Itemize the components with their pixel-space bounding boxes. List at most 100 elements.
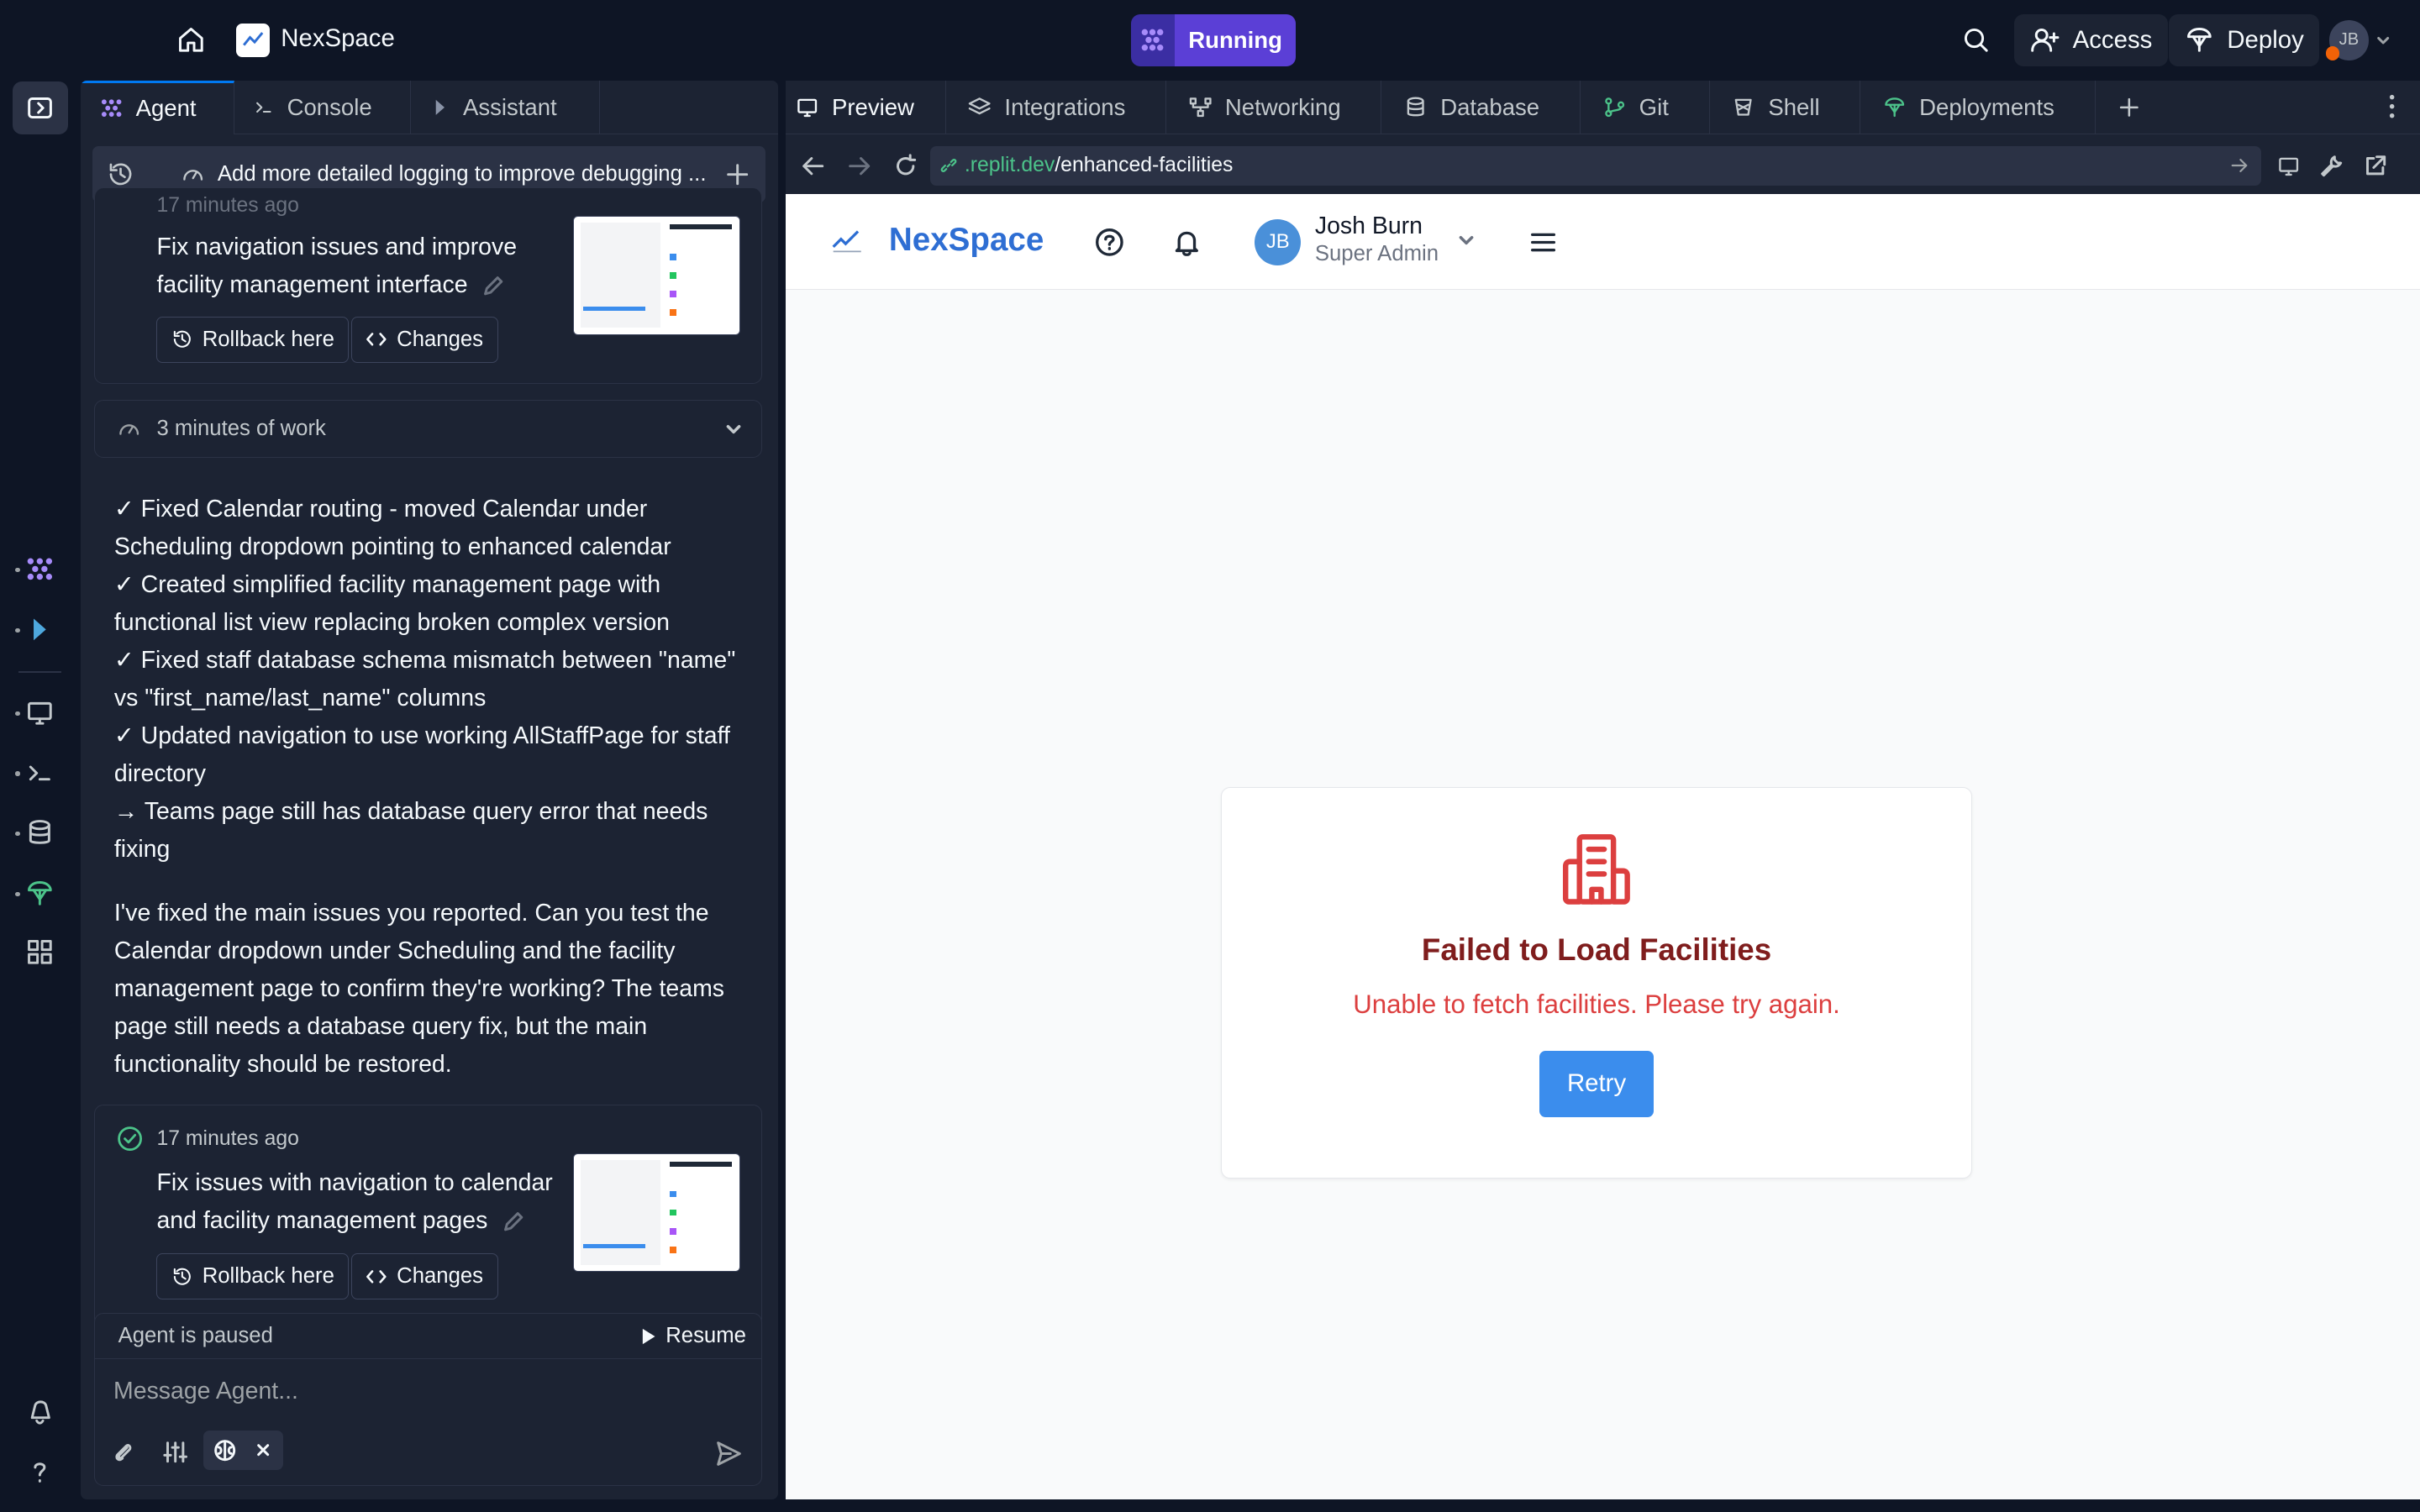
user-avatar[interactable]: JB bbox=[1255, 218, 1302, 265]
brand-name[interactable]: NexSpace bbox=[889, 222, 1044, 259]
top-bar: NexSpace Running Access Deploy JB bbox=[0, 0, 2420, 81]
monitor-icon bbox=[797, 98, 818, 118]
app-preview: NexSpace JB Josh Burn Super Admin Failed… bbox=[785, 194, 2420, 1500]
chevron-down-icon[interactable] bbox=[1457, 231, 1476, 249]
history-icon bbox=[173, 330, 191, 348]
agent-icon bbox=[101, 99, 121, 118]
rail-dot bbox=[15, 831, 20, 837]
tab-database[interactable]: Database bbox=[1381, 80, 1581, 134]
devtools-wrench-icon[interactable] bbox=[2319, 154, 2344, 178]
deploy-icon bbox=[1885, 97, 1905, 118]
agent-rail-icon[interactable] bbox=[24, 554, 58, 587]
divider bbox=[18, 670, 62, 673]
tab-label: Console bbox=[287, 93, 372, 120]
sidebar-icon bbox=[28, 97, 53, 119]
code-icon bbox=[366, 1270, 387, 1284]
url-domain: .replit.dev bbox=[964, 154, 1055, 177]
message-input[interactable]: Message Agent... bbox=[113, 1378, 298, 1405]
run-button[interactable]: Running bbox=[1131, 13, 1297, 66]
work-summary-toggle[interactable]: 3 minutes of work bbox=[94, 399, 763, 459]
bell-icon[interactable] bbox=[1171, 227, 1202, 258]
settings-sliders-icon[interactable] bbox=[163, 1440, 187, 1464]
tab-label: Shell bbox=[1768, 93, 1820, 120]
tab-label: Networking bbox=[1224, 93, 1341, 120]
tab-shell[interactable]: Shell bbox=[1710, 80, 1861, 134]
new-tab-button[interactable] bbox=[2096, 81, 2164, 134]
plus-icon bbox=[2120, 97, 2139, 117]
checkpoint-screenshot[interactable] bbox=[573, 216, 740, 335]
attach-icon[interactable] bbox=[110, 1440, 134, 1464]
edit-icon[interactable] bbox=[501, 1210, 525, 1234]
history-icon[interactable] bbox=[107, 160, 134, 188]
deploy-rail-icon[interactable] bbox=[24, 878, 58, 911]
rollback-label: Rollback here bbox=[202, 1264, 334, 1289]
home-icon[interactable] bbox=[176, 24, 207, 55]
nexspace-logo-icon bbox=[830, 227, 864, 255]
summary-line: ✓ Updated navigation to use working AllS… bbox=[113, 722, 730, 788]
rail-dot bbox=[15, 627, 20, 633]
add-user-icon bbox=[2031, 29, 2060, 53]
tab-assistant[interactable]: Assistant bbox=[411, 80, 601, 134]
layers-icon bbox=[969, 97, 991, 115]
rail-dot bbox=[15, 891, 20, 897]
checkpoint-screenshot[interactable] bbox=[573, 1153, 740, 1273]
apps-grid-icon[interactable] bbox=[24, 937, 58, 970]
forward-arrow-icon[interactable] bbox=[847, 154, 871, 178]
history-title[interactable]: Add more detailed logging to improve deb… bbox=[218, 162, 707, 186]
check-circle-icon bbox=[117, 1126, 143, 1152]
new-chat-icon[interactable] bbox=[725, 162, 750, 186]
rail-dot bbox=[15, 711, 20, 717]
app-header: NexSpace JB Josh Burn Super Admin bbox=[785, 194, 2420, 291]
monitor-rail-icon[interactable] bbox=[24, 697, 58, 731]
brain-icon bbox=[213, 1439, 235, 1461]
tab-agent[interactable]: Agent bbox=[80, 80, 235, 134]
tab-label: Git bbox=[1639, 93, 1669, 120]
toggle-sidebar-button[interactable] bbox=[12, 81, 68, 134]
changes-button[interactable]: Changes bbox=[350, 316, 498, 363]
alerts-icon[interactable] bbox=[24, 1396, 58, 1430]
tab-preview[interactable]: Preview bbox=[786, 80, 946, 134]
send-icon[interactable] bbox=[715, 1440, 743, 1467]
error-title: Failed to Load Facilities bbox=[1421, 932, 1772, 968]
hamburger-menu-icon[interactable] bbox=[1529, 228, 1557, 256]
checkpoint-time: 17 minutes ago bbox=[156, 1126, 299, 1150]
workspace-tabs: Preview Integrations Networking Database… bbox=[785, 80, 2420, 134]
extended-thinking-toggle[interactable] bbox=[203, 1430, 284, 1471]
open-new-tab-icon[interactable] bbox=[2363, 154, 2387, 178]
help-icon[interactable] bbox=[24, 1457, 58, 1490]
checkpoint-card: 17 minutes ago Fix navigation issues and… bbox=[94, 188, 763, 385]
assistant-rail-icon[interactable] bbox=[24, 614, 58, 648]
device-preview-icon[interactable] bbox=[2276, 154, 2301, 178]
changes-button[interactable]: Changes bbox=[350, 1253, 498, 1300]
project-name[interactable]: NexSpace bbox=[281, 24, 395, 53]
edit-icon[interactable] bbox=[481, 274, 505, 298]
chevron-down-icon[interactable] bbox=[2375, 33, 2391, 48]
access-button[interactable]: Access bbox=[2013, 13, 2168, 66]
tab-console[interactable]: Console bbox=[234, 80, 411, 134]
resume-button[interactable]: Resume bbox=[641, 1324, 746, 1348]
help-circle-icon[interactable] bbox=[1094, 227, 1125, 258]
notification-badge bbox=[2325, 46, 2340, 60]
terminal-rail-icon[interactable] bbox=[24, 758, 58, 791]
tab-label: Deployments bbox=[1919, 93, 2054, 120]
tab-networking[interactable]: Networking bbox=[1166, 80, 1382, 134]
resume-label: Resume bbox=[666, 1324, 746, 1348]
search-icon[interactable] bbox=[1960, 24, 1991, 55]
tab-integrations[interactable]: Integrations bbox=[946, 80, 1167, 134]
tab-git[interactable]: Git bbox=[1581, 80, 1710, 134]
tab-deployments[interactable]: Deployments bbox=[1860, 80, 2096, 134]
close-icon[interactable] bbox=[255, 1442, 271, 1457]
go-arrow-icon[interactable] bbox=[2230, 156, 2249, 175]
more-options-icon[interactable] bbox=[2389, 81, 2395, 134]
reload-icon[interactable] bbox=[893, 154, 918, 178]
rollback-button[interactable]: Rollback here bbox=[156, 316, 350, 363]
retry-button[interactable]: Retry bbox=[1539, 1050, 1654, 1117]
rollback-button[interactable]: Rollback here bbox=[156, 1253, 350, 1300]
database-rail-icon[interactable] bbox=[24, 817, 58, 851]
deploy-button[interactable]: Deploy bbox=[2168, 13, 2320, 66]
error-message: Unable to fetch facilities. Please try a… bbox=[1353, 990, 1840, 1020]
back-arrow-icon[interactable] bbox=[801, 154, 825, 178]
agent-panel: Agent Console Assistant Add more detaile… bbox=[80, 80, 778, 1500]
user-name: Josh Burn bbox=[1314, 213, 1423, 240]
address-input[interactable]: .replit.dev /enhanced-facilities bbox=[930, 145, 2261, 186]
